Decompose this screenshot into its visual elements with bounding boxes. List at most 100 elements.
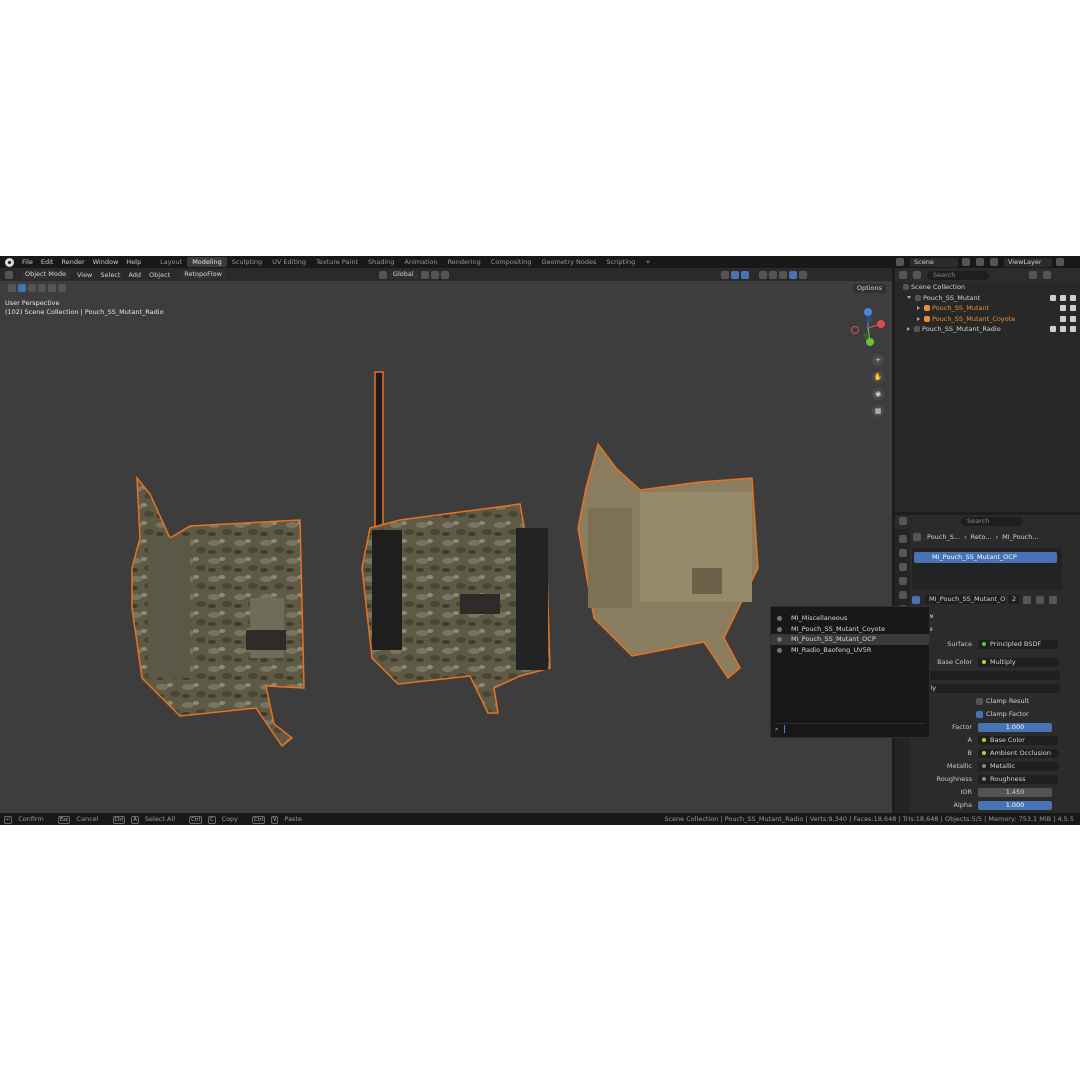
checkbox-icon[interactable]	[1050, 294, 1056, 301]
browse-material-icon[interactable]	[912, 595, 920, 604]
blender-logo-icon[interactable]	[5, 257, 14, 267]
tab-texture-paint[interactable]: Texture Paint	[311, 257, 363, 267]
menu-window[interactable]: Window	[89, 258, 123, 266]
tab-layout[interactable]: Layout	[155, 257, 187, 267]
material-option[interactable]: MI_Miscellaneous	[771, 613, 929, 624]
scene-selector[interactable]: Scene	[910, 257, 958, 267]
menu-render[interactable]: Render	[57, 258, 88, 266]
select-mode-new-icon[interactable]	[18, 284, 26, 292]
view-layer-tab-icon[interactable]	[898, 577, 907, 585]
outliner-item-pouch-ss-mutant-collection[interactable]: Pouch_SS_Mutant	[895, 293, 1080, 304]
surface-shader-field[interactable]: Principled BSDF	[978, 639, 1058, 649]
camera-view-icon[interactable]: ◉	[872, 388, 884, 400]
gizmo-toggle-icon[interactable]	[730, 270, 739, 279]
b-input-field[interactable]: Ambient Occlusion	[978, 748, 1058, 758]
pivot-icon[interactable]	[420, 270, 429, 279]
blend-data-type-dropdown[interactable]: lor	[912, 670, 1060, 680]
camera-icon[interactable]	[1070, 294, 1076, 301]
select-mode-subtract-icon[interactable]	[38, 284, 46, 292]
shading-solid-icon[interactable]	[778, 270, 787, 279]
menu-edit[interactable]: Edit	[37, 258, 58, 266]
zoom-icon[interactable]: +	[872, 354, 884, 366]
popup-search[interactable]: ⌕	[775, 723, 925, 734]
expand-icon[interactable]	[907, 296, 911, 300]
tab-rendering[interactable]: Rendering	[443, 257, 486, 267]
outliner-search-input[interactable]: Search	[927, 270, 989, 280]
pin-icon[interactable]	[962, 258, 970, 266]
expand-icon[interactable]	[917, 316, 920, 321]
base-color-field[interactable]: Multiply	[978, 657, 1058, 667]
pan-hand-icon[interactable]: ✋	[872, 371, 884, 383]
retopoflow-menu[interactable]: RetopoFlow	[180, 270, 226, 279]
alpha-slider[interactable]: 1.000	[978, 800, 1052, 810]
tab-geometry-nodes[interactable]: Geometry Nodes	[537, 257, 602, 267]
factor-slider[interactable]: 1.000	[978, 722, 1052, 732]
pouch-middle[interactable]	[361, 371, 551, 714]
shading-wireframe-icon[interactable]	[768, 270, 777, 279]
unlink-material-icon[interactable]	[1049, 595, 1058, 604]
menu-object[interactable]: Object	[145, 271, 174, 279]
ior-field[interactable]: 1.450	[978, 787, 1052, 797]
outliner-item-pouch-ss-mutant[interactable]: Pouch_SS_Mutant	[895, 303, 1080, 314]
camera-icon[interactable]	[1070, 326, 1076, 333]
menu-view[interactable]: View	[73, 271, 96, 279]
pouch-right[interactable]	[577, 442, 759, 680]
a-input-field[interactable]: Base Color	[978, 735, 1058, 745]
mode-selector[interactable]: Object Mode	[21, 270, 70, 279]
outliner-item-pouch-ss-mutant-coyote[interactable]: Pouch_SS_Mutant_Coyote	[895, 314, 1080, 325]
tab-animation[interactable]: Animation	[399, 257, 442, 267]
overlay-toggle-icon[interactable]	[740, 270, 749, 279]
outliner-root[interactable]: Scene Collection	[895, 282, 1080, 293]
clamp-result-checkbox[interactable]	[976, 697, 983, 705]
output-tab-icon[interactable]	[898, 563, 907, 571]
blend-mode-dropdown[interactable]: ultiply	[912, 683, 1060, 693]
checkbox-icon[interactable]	[1050, 326, 1056, 333]
properties-editor-icon[interactable]	[899, 517, 907, 525]
scene-tab-icon[interactable]	[898, 591, 907, 599]
material-option-highlighted[interactable]: MI_Pouch_SS_Mutant_OCP	[771, 634, 929, 645]
add-workspace-button[interactable]: +	[640, 257, 655, 267]
tab-shading[interactable]: Shading	[363, 257, 399, 267]
snap-icon[interactable]	[430, 270, 439, 279]
menu-help[interactable]: Help	[122, 258, 145, 266]
preview-section[interactable]: review	[912, 611, 1080, 621]
shading-material-icon[interactable]	[788, 270, 797, 279]
select-mode-invert-icon[interactable]	[48, 284, 56, 292]
tab-sculpting[interactable]: Sculpting	[227, 257, 267, 267]
menu-select[interactable]: Select	[96, 271, 124, 279]
menu-file[interactable]: File	[18, 258, 37, 266]
outliner-item-pouch-ss-mutant-radio[interactable]: Pouch_SS_Mutant_Radio	[895, 324, 1080, 335]
pouch-left[interactable]	[131, 475, 305, 748]
eye-icon[interactable]	[1060, 305, 1066, 312]
expand-icon[interactable]	[907, 327, 910, 332]
tab-modeling[interactable]: Modeling	[187, 257, 227, 267]
tab-compositing[interactable]: Compositing	[486, 257, 537, 267]
editor-type-icon[interactable]	[5, 270, 13, 279]
view-layer-selector[interactable]: ViewLayer	[1004, 257, 1052, 267]
outliner-editor-icon[interactable]	[899, 271, 907, 279]
menu-add[interactable]: Add	[124, 271, 145, 279]
eye-icon[interactable]	[1060, 315, 1066, 322]
material-users-count[interactable]: 2	[1008, 595, 1021, 604]
material-option[interactable]: MI_Radio_Baofeng_UV5R	[771, 645, 929, 656]
navigation-gizmo[interactable]	[846, 306, 890, 350]
filter-icon[interactable]	[1029, 271, 1037, 279]
surface-section[interactable]: urface	[912, 624, 1080, 634]
select-tool-icon[interactable]	[8, 284, 16, 292]
display-mode-icon[interactable]	[913, 271, 921, 279]
3d-viewport[interactable]: Object Mode View Select Add Object Retop…	[0, 268, 892, 813]
clamp-factor-checkbox[interactable]	[976, 710, 983, 718]
properties-search-input[interactable]: Search	[961, 516, 1023, 526]
material-name-field[interactable]: MI_Pouch_SS_Mutant_O...	[925, 595, 1005, 604]
new-view-layer-icon[interactable]	[1056, 258, 1064, 266]
duplicate-material-icon[interactable]	[1036, 595, 1045, 604]
grid-view-icon[interactable]: ▦	[872, 405, 884, 417]
tool-tab-icon[interactable]	[898, 535, 907, 543]
roughness-input-field[interactable]: Roughness	[978, 774, 1058, 784]
camera-icon[interactable]	[1070, 315, 1076, 322]
new-collection-icon[interactable]	[1043, 271, 1051, 279]
xray-icon[interactable]	[758, 270, 767, 279]
visibility-icon[interactable]	[720, 270, 729, 279]
select-mode-intersect-icon[interactable]	[58, 284, 66, 292]
metallic-input-field[interactable]: Metallic	[978, 761, 1058, 771]
